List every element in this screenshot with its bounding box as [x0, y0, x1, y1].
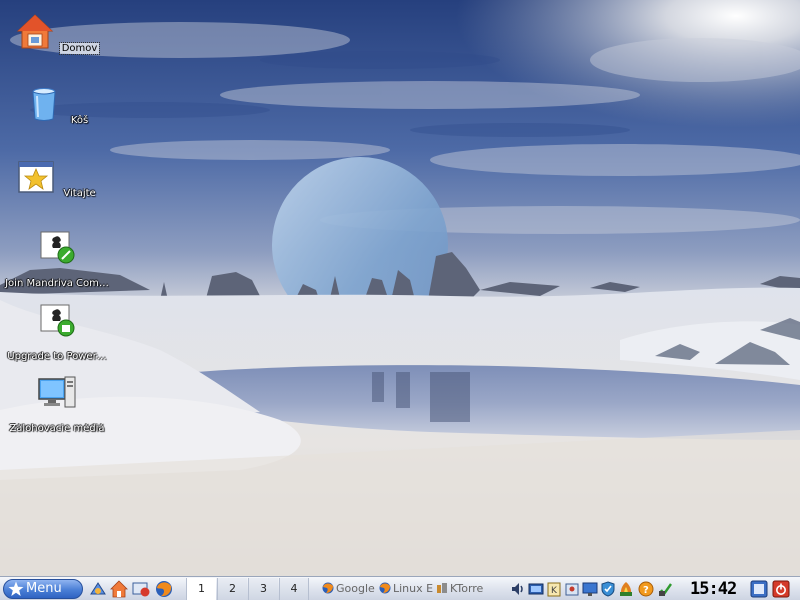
task-label: KTorre: [450, 582, 484, 595]
show-desktop-icon[interactable]: [750, 580, 768, 598]
upgrade-powerpack-icon: [40, 304, 75, 337]
network-icon[interactable]: [528, 581, 544, 597]
join-mandriva-icon: [40, 231, 75, 264]
task-label: Linux E: [393, 582, 433, 595]
menu-button-label: Menu: [26, 581, 62, 596]
taskbar: Menu 1 2 3 4 Google Linux E KTorre K ? 1…: [0, 576, 800, 600]
help-icon[interactable]: ?: [638, 581, 654, 597]
klipper-icon[interactable]: K: [546, 581, 562, 597]
firefox-icon: [322, 582, 334, 594]
konqueror-icon[interactable]: [132, 580, 150, 598]
desktop-icon-home[interactable]: Domov: [2, 12, 112, 58]
desktop-icon-backup-media[interactable]: Zálohovacie médiá: [2, 373, 112, 438]
desktop-icon-trash[interactable]: Kôš: [2, 84, 112, 130]
clock[interactable]: 15:42: [690, 580, 737, 598]
desktop-icon-label: Domov: [58, 42, 101, 55]
pager-label: 4: [290, 582, 298, 595]
firefox-icon[interactable]: [155, 580, 173, 598]
home-folder-icon: [16, 14, 53, 49]
pager-desktop-1[interactable]: 1: [186, 578, 216, 600]
backup-media-icon: [38, 376, 76, 408]
welcome-star-icon: [18, 161, 55, 193]
tray-status-icon[interactable]: [658, 581, 674, 597]
display-icon[interactable]: [582, 581, 598, 597]
update-shield-icon[interactable]: [600, 581, 616, 597]
firefox-icon: [379, 582, 391, 594]
desktop-icon-welcome[interactable]: Vitajte: [2, 157, 112, 203]
star-icon: [8, 581, 24, 596]
firewall-icon[interactable]: [618, 581, 634, 597]
desktop-icon-label: Vitajte: [63, 188, 96, 199]
kwallet-icon[interactable]: [564, 581, 580, 597]
ktorrent-icon: [437, 583, 447, 593]
task-linux[interactable]: Linux E: [379, 580, 433, 598]
home-icon[interactable]: [110, 580, 128, 598]
pager-label: 2: [229, 582, 236, 595]
menu-button[interactable]: Menu: [3, 579, 83, 599]
desktop-icon-label: Kôš: [70, 115, 89, 126]
power-icon[interactable]: [772, 580, 790, 598]
task-ktorrent[interactable]: KTorre: [436, 580, 502, 598]
desktop-icon-label: Upgrade to Power…: [7, 351, 107, 362]
trash-icon: [32, 88, 56, 121]
desktop-icon-upgrade[interactable]: Upgrade to Power…: [2, 301, 112, 366]
pager-label: 3: [260, 582, 267, 595]
desktop-icon-label: Join Mandriva Com…: [5, 278, 109, 289]
pager-desktop-2[interactable]: 2: [217, 578, 247, 600]
desktop-wallpaper: [0, 0, 800, 600]
desktop-icon-label: Zálohovacie médiá: [9, 423, 105, 434]
pager-desktop-3[interactable]: 3: [248, 578, 278, 600]
mandriva-control-center-icon[interactable]: [89, 580, 107, 598]
task-label: Google: [336, 582, 375, 595]
volume-icon[interactable]: [510, 581, 526, 597]
pager-label: 1: [198, 582, 205, 595]
pager-desktop-4[interactable]: 4: [279, 578, 309, 600]
svg-text:?: ?: [643, 585, 649, 596]
desktop-icon-join-mandriva[interactable]: Join Mandriva Com…: [2, 228, 112, 293]
task-google[interactable]: Google: [322, 580, 376, 598]
